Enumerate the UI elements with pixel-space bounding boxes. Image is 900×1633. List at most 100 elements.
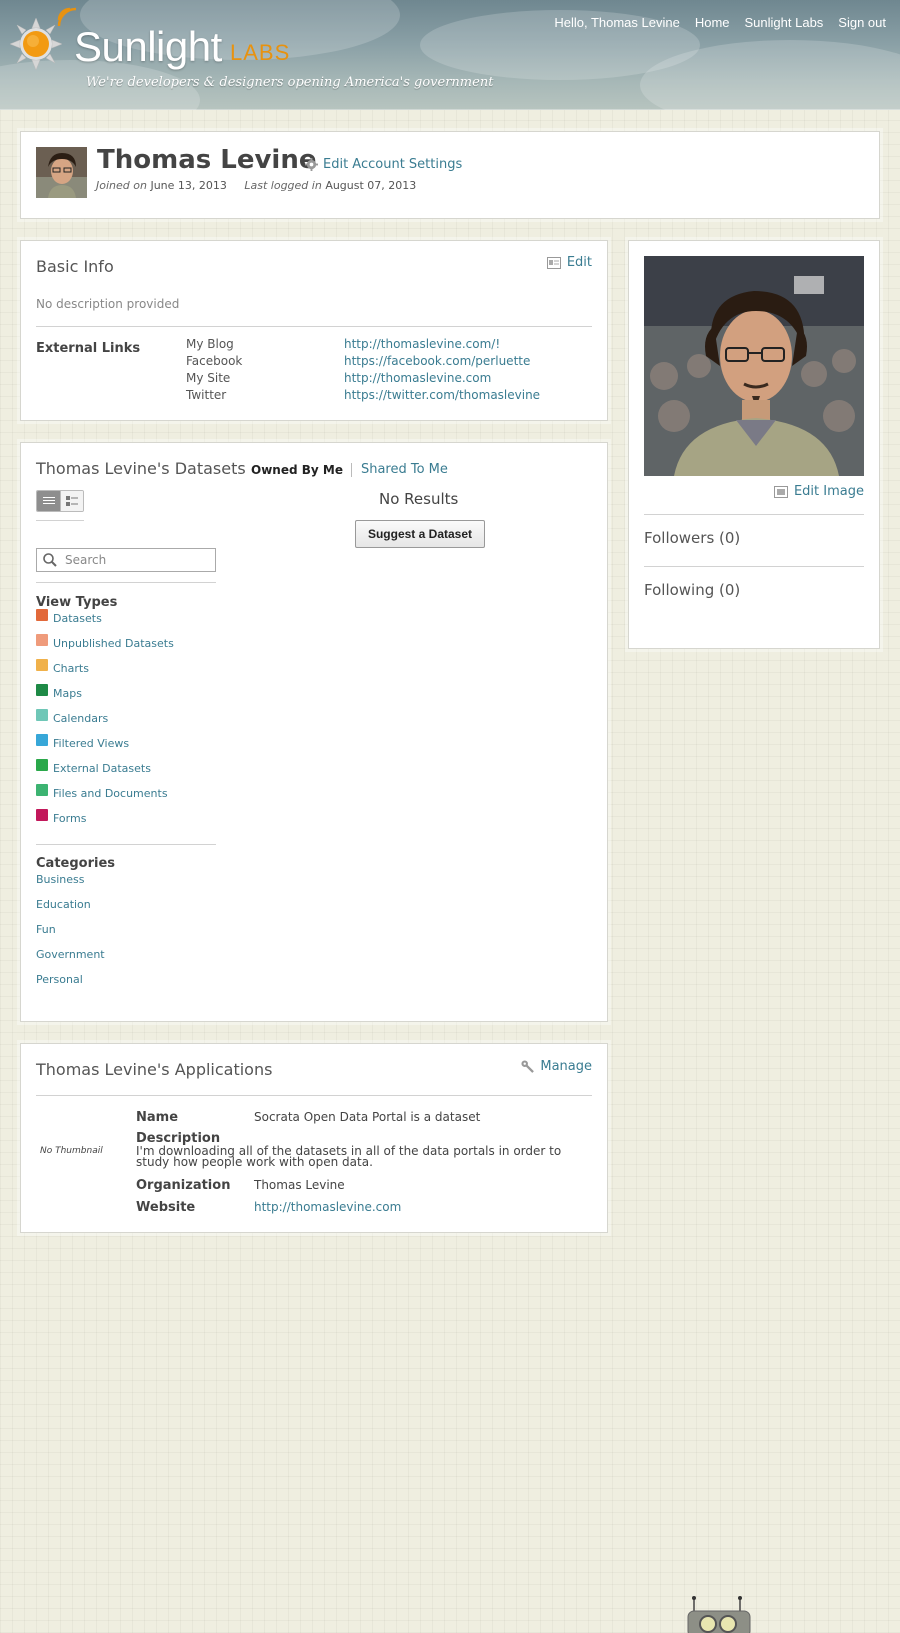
manage-label[interactable]: Manage <box>540 1059 592 1074</box>
category-label[interactable]: Personal <box>36 973 83 986</box>
link-url[interactable]: http://thomaslevine.com/! <box>344 337 500 354</box>
link-url[interactable]: http://thomaslevine.com <box>344 371 491 388</box>
view-type-label[interactable]: Forms <box>53 812 86 825</box>
rich-view-button[interactable] <box>60 491 83 511</box>
following-link[interactable]: Following (0) <box>644 581 740 599</box>
view-type-label[interactable]: External Datasets <box>53 762 151 775</box>
brand-name[interactable]: Sunlight <box>74 26 222 68</box>
name-label: Name <box>136 1110 179 1125</box>
view-type-filtered[interactable]: Filtered Views <box>36 731 174 756</box>
link-url[interactable]: https://facebook.com/perluette <box>344 354 530 371</box>
link-name: Facebook <box>186 354 243 368</box>
application-details: Name Socrata Open Data Portal is a datas… <box>136 1110 584 1222</box>
list-view-icon <box>42 497 55 504</box>
view-type-label[interactable]: Calendars <box>53 712 108 725</box>
profile-side-panel: Edit Image Followers (0) Following (0) <box>628 240 880 649</box>
link-url[interactable]: https://twitter.com/thomaslevine <box>344 388 540 405</box>
app-description-row: Description I'm downloading all of the d… <box>136 1132 584 1178</box>
external-links-list: My Blog http://thomaslevine.com/! Facebo… <box>186 337 540 405</box>
nav-greeting[interactable]: Hello, Thomas Levine <box>554 15 680 30</box>
view-type-label[interactable]: Unpublished Datasets <box>53 637 174 650</box>
app-website-row: Website http://thomaslevine.com <box>136 1200 584 1222</box>
last-login-label: Last logged in <box>244 179 322 192</box>
suggest-dataset-button[interactable]: Suggest a Dataset <box>355 520 485 548</box>
datasets-title: Thomas Levine's Datasets <box>36 459 246 478</box>
edit-basic-info-link[interactable]: Edit <box>546 255 592 270</box>
view-type-forms[interactable]: Forms <box>36 806 174 831</box>
joined-label: Joined on <box>96 179 147 192</box>
datasets-icon <box>36 608 48 621</box>
link-name: My Site <box>186 371 231 385</box>
view-type-label[interactable]: Maps <box>53 687 82 700</box>
file-icon <box>36 783 48 796</box>
robot-mascot-icon <box>687 1596 751 1633</box>
category-item[interactable]: Business <box>36 867 105 892</box>
view-type-label[interactable]: Datasets <box>53 612 102 625</box>
app-description: I'm downloading all of the datasets in a… <box>136 1144 562 1169</box>
list-view-button[interactable] <box>37 491 60 511</box>
view-type-files[interactable]: Files and Documents <box>36 781 174 806</box>
view-type-calendars[interactable]: Calendars <box>36 706 174 731</box>
manage-applications-link[interactable]: Manage <box>521 1059 592 1074</box>
tab-shared-to-me[interactable]: Shared To Me <box>352 462 448 477</box>
profile-meta: Joined on June 13, 2013 Last logged in A… <box>96 179 416 192</box>
calendars-icon <box>36 708 48 721</box>
external-links-label: External Links <box>36 341 141 356</box>
category-item[interactable]: Education <box>36 892 105 917</box>
image-icon <box>773 485 788 498</box>
search-input[interactable] <box>65 550 205 570</box>
app-name-row: Name Socrata Open Data Portal is a datas… <box>136 1110 584 1132</box>
app-organization-row: Organization Thomas Levine <box>136 1178 584 1200</box>
category-label[interactable]: Business <box>36 873 85 886</box>
nav-home[interactable]: Home <box>695 15 730 30</box>
basic-info-panel: Basic Info Edit No description provided … <box>20 240 608 421</box>
view-type-external[interactable]: External Datasets <box>36 756 174 781</box>
brand-suffix[interactable]: LABS <box>230 42 290 64</box>
view-type-label[interactable]: Filtered Views <box>53 737 129 750</box>
tab-owned-by-me[interactable]: Owned By Me <box>251 462 352 477</box>
link-row: Facebook https://facebook.com/perluette <box>186 354 540 371</box>
nav-sunlight-labs[interactable]: Sunlight Labs <box>745 15 824 30</box>
site-header: Sunlight LABS We're developers & designe… <box>0 0 900 110</box>
sunlight-logo-icon[interactable] <box>10 18 62 70</box>
view-type-datasets[interactable]: Datasets <box>36 606 174 631</box>
divider <box>644 514 864 515</box>
divider <box>36 582 216 583</box>
search-box <box>36 548 216 572</box>
app-website-link[interactable]: http://thomaslevine.com <box>254 1200 401 1222</box>
edit-card-icon <box>546 256 561 269</box>
view-type-label[interactable]: Charts <box>53 662 89 675</box>
category-item[interactable]: Government <box>36 942 105 967</box>
category-item[interactable]: Fun <box>36 917 105 942</box>
category-label[interactable]: Fun <box>36 923 56 936</box>
link-row: My Blog http://thomaslevine.com/! <box>186 337 540 354</box>
view-type-label[interactable]: Files and Documents <box>53 787 168 800</box>
divider <box>36 326 592 327</box>
nav-sign-out[interactable]: Sign out <box>838 15 886 30</box>
category-label[interactable]: Education <box>36 898 91 911</box>
edit-image-link[interactable]: Edit Image <box>773 484 864 499</box>
basic-info-title: Basic Info <box>36 257 114 276</box>
category-label[interactable]: Government <box>36 948 105 961</box>
view-type-charts[interactable]: Charts <box>36 656 174 681</box>
profile-name: Thomas Levine <box>97 145 317 175</box>
edit-image-label[interactable]: Edit Image <box>794 484 864 499</box>
tagline: We're developers & designers opening Ame… <box>86 75 494 90</box>
edit-account-settings-label[interactable]: Edit Account Settings <box>323 157 462 172</box>
applications-title: Thomas Levine's Applications <box>36 1060 273 1079</box>
no-results-text: No Results <box>379 490 459 508</box>
view-type-maps[interactable]: Maps <box>36 681 174 706</box>
category-item[interactable]: Personal <box>36 967 105 992</box>
edit-label[interactable]: Edit <box>567 255 592 270</box>
followers-link[interactable]: Followers (0) <box>644 529 740 547</box>
filter-icon <box>36 733 48 746</box>
wrench-icon <box>521 1060 535 1073</box>
website-label: Website <box>136 1200 196 1215</box>
view-type-unpublished[interactable]: Unpublished Datasets <box>36 631 174 656</box>
last-login-date: August 07, 2013 <box>325 179 417 192</box>
description-text: No description provided <box>36 297 180 311</box>
form-icon <box>36 808 48 821</box>
maps-icon <box>36 683 48 696</box>
edit-account-settings-link[interactable]: Edit Account Settings <box>305 157 462 172</box>
rich-view-icon <box>66 496 78 506</box>
